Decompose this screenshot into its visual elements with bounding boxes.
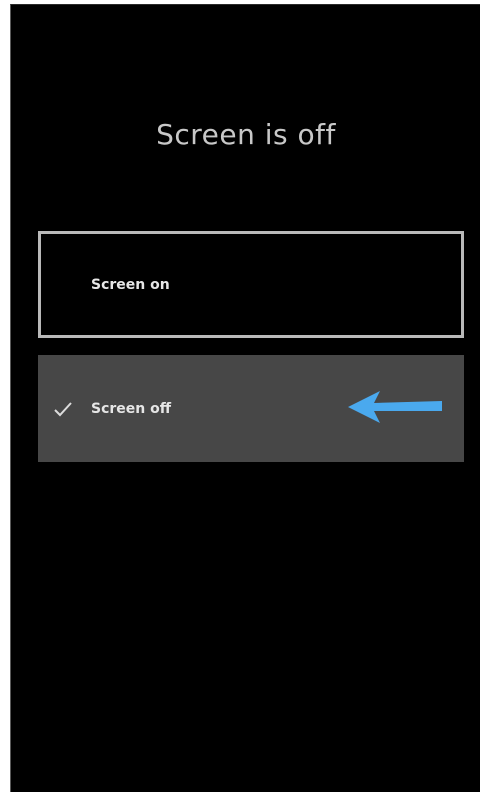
screen-on-label: Screen on — [91, 276, 170, 293]
check-icon — [52, 398, 74, 420]
page-title: Screen is off — [156, 118, 336, 151]
screen-on-option[interactable]: Screen on — [38, 231, 464, 338]
arrow-left-icon — [348, 391, 442, 423]
screen-off-option[interactable]: Screen off — [38, 355, 464, 462]
screen-off-label: Screen off — [91, 400, 172, 417]
device-screen: Screen is off Screen on Screen off — [10, 4, 480, 792]
